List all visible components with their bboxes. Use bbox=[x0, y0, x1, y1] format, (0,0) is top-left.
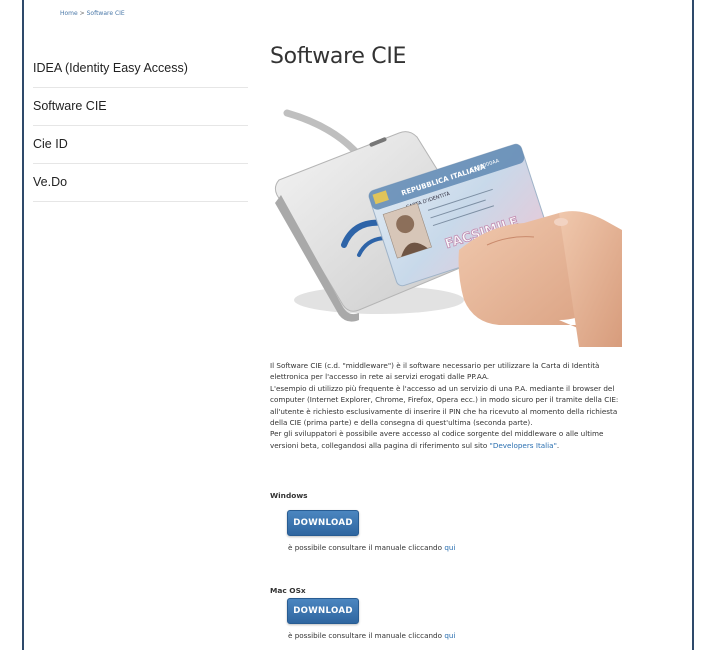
page-title: Software CIE bbox=[270, 44, 407, 69]
hero-image-card-reader: REPUBBLICA ITALIANA CARTA D'IDENTITÀ CA0… bbox=[259, 95, 622, 347]
windows-manual-link[interactable]: qui bbox=[444, 543, 455, 552]
description: Il Software CIE (c.d. "middleware") è il… bbox=[270, 360, 630, 451]
description-paragraph-1: Il Software CIE (c.d. "middleware") è il… bbox=[270, 361, 600, 382]
windows-label: Windows bbox=[270, 491, 308, 500]
breadcrumb: Home > Software CIE bbox=[60, 10, 125, 17]
breadcrumb-home-link[interactable]: Home bbox=[60, 10, 78, 17]
sidebar-nav: IDEA (Identity Easy Access) Software CIE… bbox=[33, 50, 248, 202]
mac-download-button[interactable]: DOWNLOAD bbox=[287, 598, 359, 624]
mac-manual-link[interactable]: qui bbox=[444, 631, 455, 640]
description-paragraph-3: Per gli sviluppatori è possibile avere a… bbox=[270, 428, 630, 451]
breadcrumb-current: Software CIE bbox=[86, 10, 125, 17]
mac-manual-label: è possibile consultare il manuale clicca… bbox=[288, 631, 445, 640]
windows-manual-label: è possibile consultare il manuale clicca… bbox=[288, 543, 445, 552]
developers-italia-link[interactable]: "Developers Italia" bbox=[490, 441, 557, 450]
sidebar-item-cie-id[interactable]: Cie ID bbox=[33, 126, 248, 164]
mac-manual-text: è possibile consultare il manuale clicca… bbox=[288, 631, 455, 640]
windows-manual-text: è possibile consultare il manuale clicca… bbox=[288, 543, 455, 552]
sidebar-item-idea[interactable]: IDEA (Identity Easy Access) bbox=[33, 50, 248, 88]
sidebar-item-software-cie[interactable]: Software CIE bbox=[33, 88, 248, 126]
sidebar-item-vedo[interactable]: Ve.Do bbox=[33, 164, 248, 202]
developers-text-end: . bbox=[556, 440, 560, 450]
card-reader-illustration: REPUBBLICA ITALIANA CARTA D'IDENTITÀ CA0… bbox=[274, 109, 622, 347]
mac-label: Mac OSx bbox=[270, 586, 306, 595]
breadcrumb-separator: > bbox=[79, 10, 85, 17]
windows-download-button[interactable]: DOWNLOAD bbox=[287, 510, 359, 536]
description-paragraph-2: L'esempio di utilizzo più frequente è l'… bbox=[270, 383, 619, 428]
